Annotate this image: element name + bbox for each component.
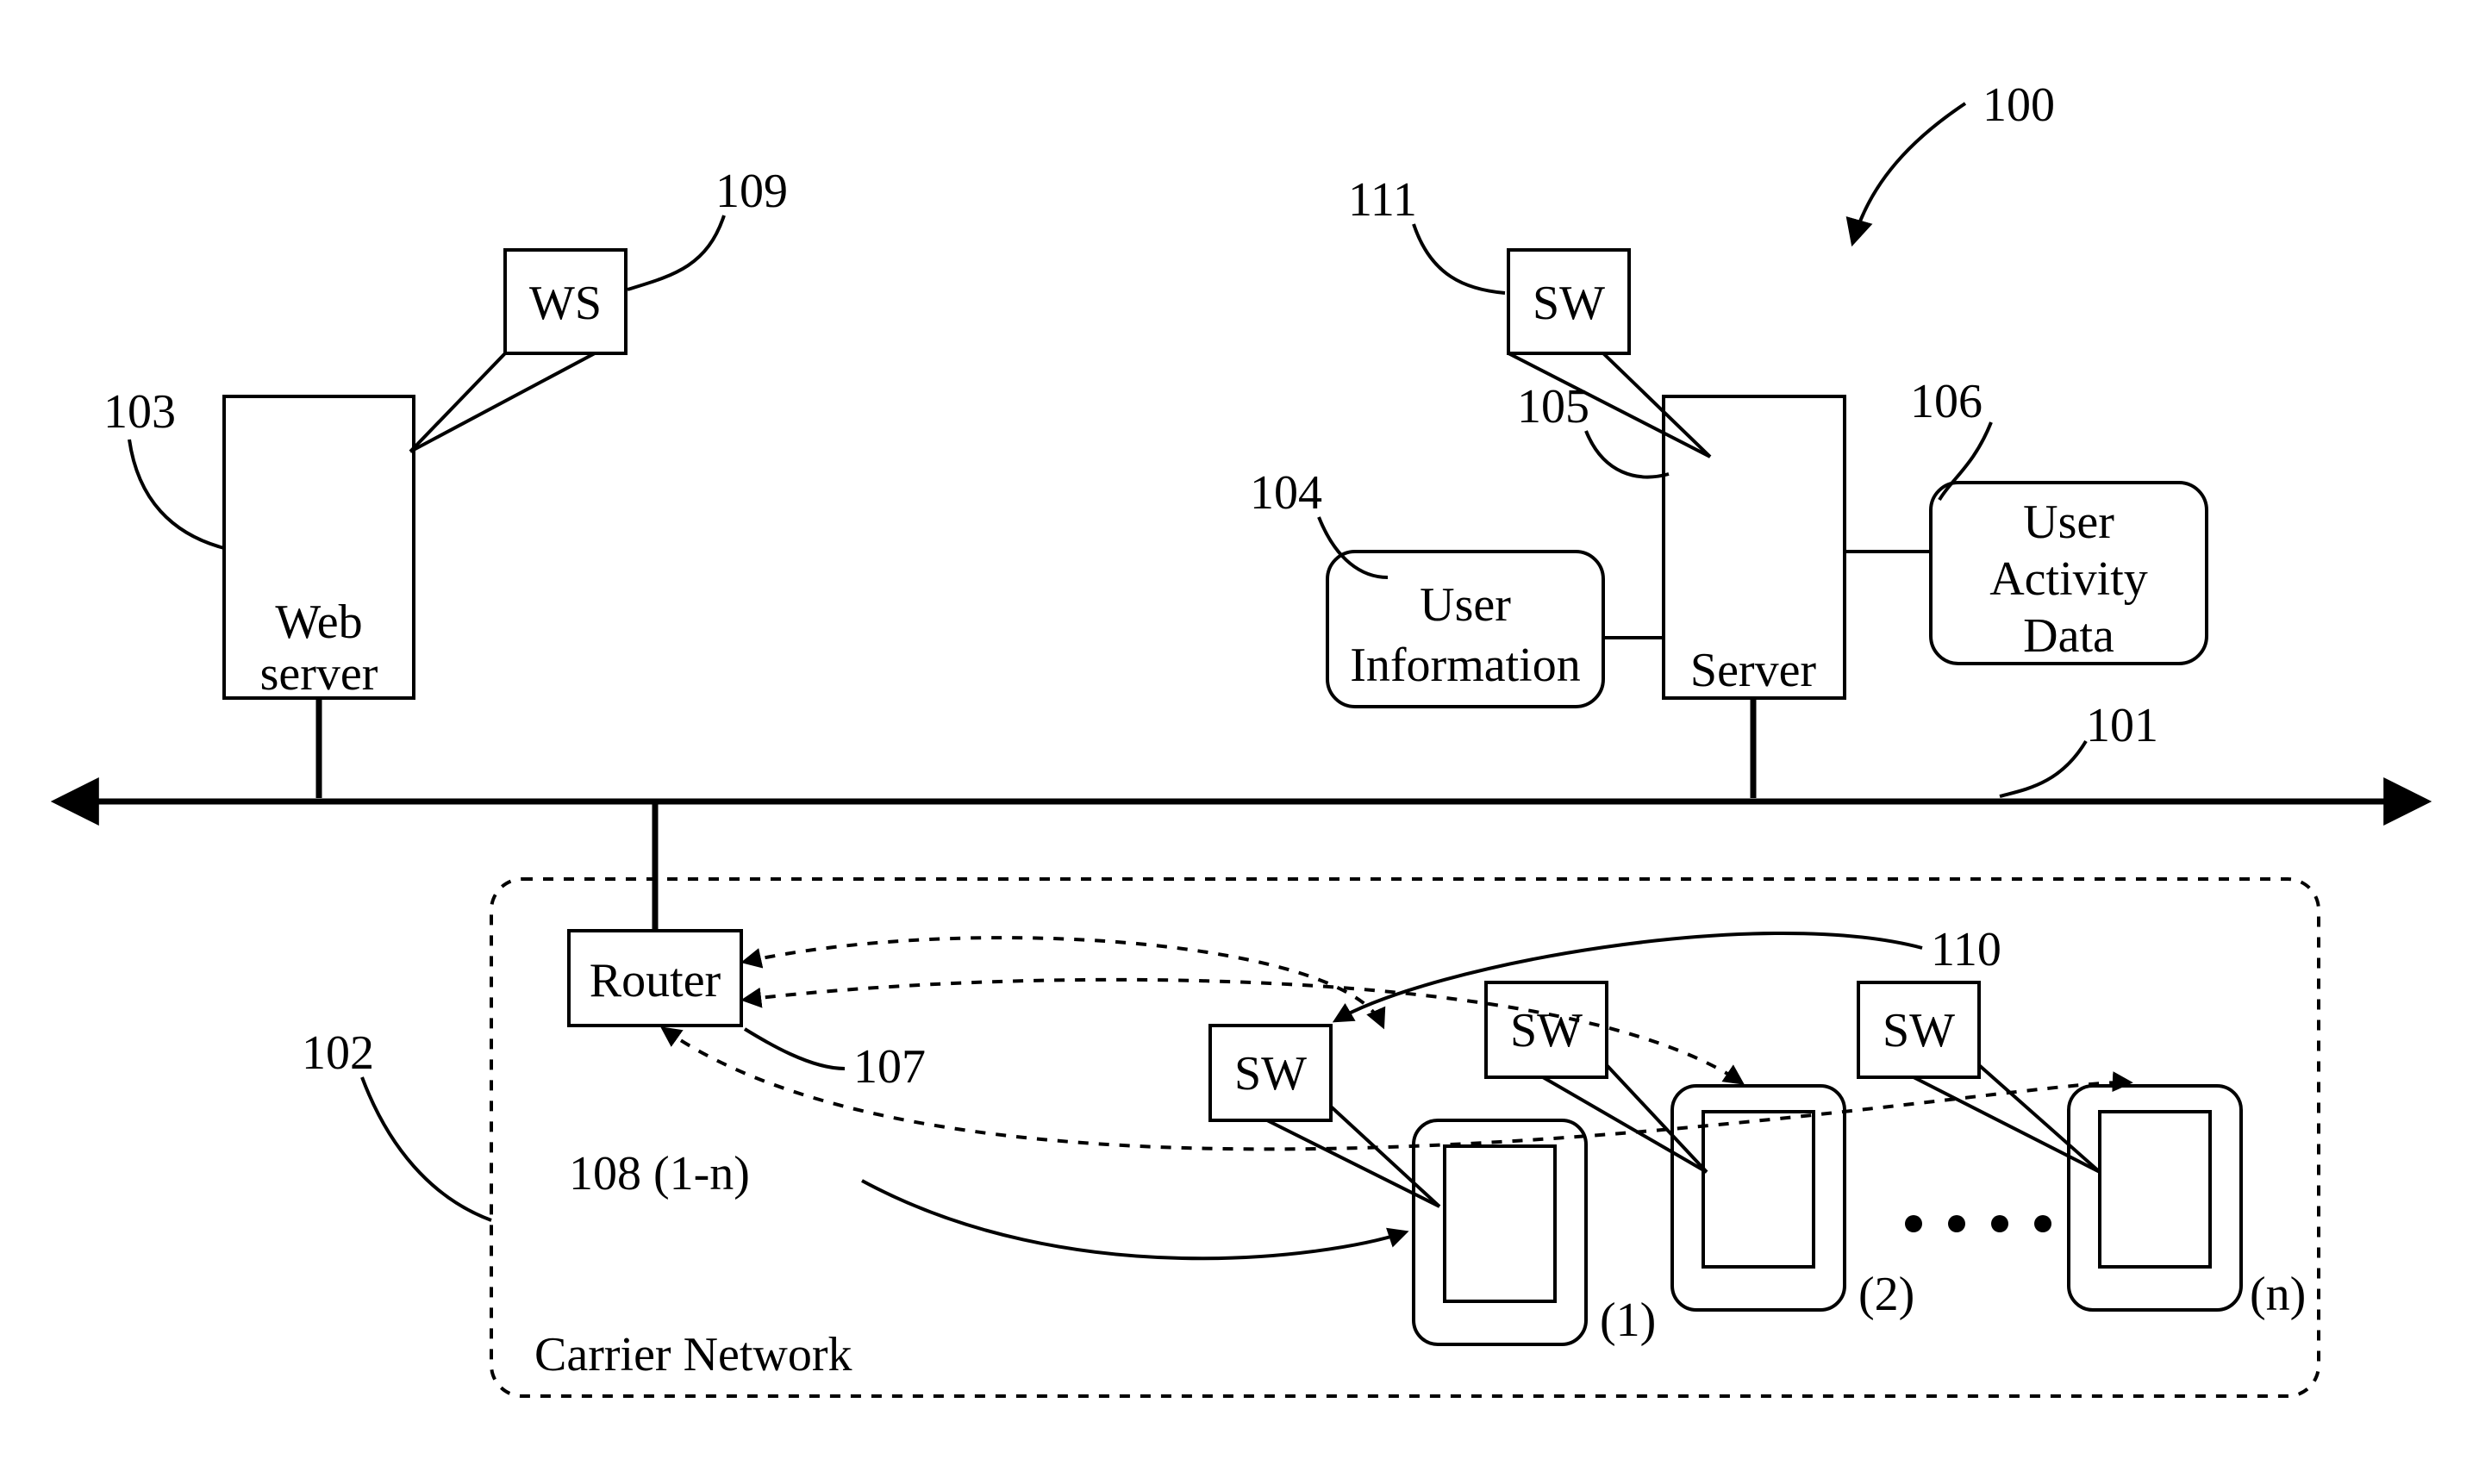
user-act-l3: Data (2023, 609, 2114, 663)
sw-dev2-label: SW (1510, 1004, 1583, 1057)
ref-110: 110 (1931, 923, 2001, 976)
web-server-label-2: server (260, 647, 378, 701)
sw-server-label: SW (1533, 277, 1605, 330)
leader-108 (862, 1181, 1405, 1258)
sw-dev1-label: SW (1234, 1047, 1307, 1101)
web-server-label-1: Web (275, 595, 362, 649)
user-act-l1: User (2023, 496, 2114, 549)
device-1: (1) (1414, 1120, 1656, 1347)
ref-100: 100 (1983, 78, 2055, 132)
ref-101: 101 (2086, 699, 2158, 752)
device-2-index: (2) (1858, 1268, 1914, 1321)
leader-102 (362, 1077, 491, 1220)
leader-101 (2000, 741, 2086, 796)
user-act-l2: Activity (1989, 552, 2148, 606)
ref-111: 111 (1348, 173, 1417, 227)
ws-label: WS (529, 277, 602, 330)
ref-107: 107 (853, 1040, 926, 1094)
leader-103 (129, 440, 224, 548)
leader-106 (1939, 422, 1991, 500)
ref-103: 103 (103, 385, 176, 439)
ellipsis-dots (1905, 1215, 2051, 1232)
sw-devn-label: SW (1883, 1004, 1955, 1057)
leader-110 (1336, 933, 1922, 1020)
leader-100 (1853, 103, 1965, 241)
user-info-l1: User (1420, 578, 1511, 632)
ref-108: 108 (1-n) (569, 1147, 750, 1200)
network-diagram: Web server 103 WS 109 Server 105 SW 111 … (0, 0, 2479, 1484)
ref-109: 109 (715, 165, 788, 218)
ref-102: 102 (302, 1026, 374, 1080)
ref-104: 104 (1250, 466, 1322, 520)
leader-111 (1414, 224, 1505, 293)
device-n-index: (n) (2250, 1268, 2306, 1321)
device-2: (2) (1672, 1086, 1914, 1321)
router-label: Router (590, 954, 721, 1007)
user-info-l2: Information (1350, 639, 1580, 692)
carrier-label: Carrier Network (534, 1328, 852, 1381)
device-n: (n) (2069, 1086, 2306, 1321)
ref-106: 106 (1910, 375, 1983, 428)
leader-107 (745, 1029, 845, 1069)
leader-105 (1586, 431, 1669, 477)
leader-109 (628, 215, 724, 290)
device-1-index: (1) (1600, 1294, 1656, 1347)
server-label: Server (1690, 644, 1817, 697)
